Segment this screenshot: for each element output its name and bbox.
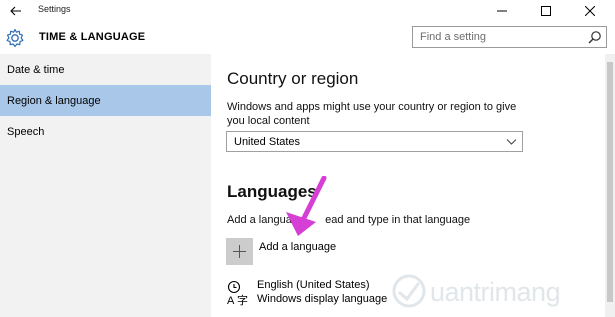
languages-heading: Languages	[227, 182, 317, 201]
sidebar-item-date-time[interactable]: Date & time	[0, 54, 211, 85]
sidebar-item-region-language[interactable]: Region & language	[0, 85, 211, 116]
window-title: Settings	[38, 4, 71, 14]
sidebar-item-label: Speech	[7, 125, 45, 138]
languages-description: Add a language ead and type in that lang…	[227, 214, 470, 226]
page-title: TIME & LANGUAGE	[39, 31, 146, 43]
country-description: Windows and apps might use your country …	[227, 101, 517, 127]
back-arrow-icon	[10, 6, 21, 16]
maximize-icon	[541, 6, 551, 16]
scrollbar[interactable]	[605, 54, 615, 317]
main-content: Country or region Windows and apps might…	[211, 54, 605, 317]
search-icon[interactable]	[588, 30, 602, 44]
country-heading: Country or region	[227, 69, 359, 88]
add-language-button[interactable]: Add a language	[226, 238, 386, 268]
sidebar-item-label: Date & time	[7, 63, 65, 76]
maximize-button[interactable]	[524, 0, 568, 22]
minimize-icon	[497, 10, 507, 12]
languages-description-end: ead and type in that language	[325, 214, 471, 226]
country-select[interactable]: United States	[226, 131, 523, 152]
add-language-label: Add a language	[259, 241, 337, 253]
language-name: English (United States)	[257, 279, 370, 291]
country-select-value: United States	[234, 136, 301, 148]
languages-description-start: Add a language	[227, 214, 305, 226]
plus-tile	[226, 238, 253, 265]
minimize-button[interactable]	[480, 0, 524, 22]
title-bar: Settings	[0, 0, 615, 22]
language-subtitle: Windows display language	[257, 293, 388, 305]
gear-icon	[6, 28, 24, 48]
sidebar-item-speech[interactable]: Speech	[0, 116, 211, 147]
page-header: TIME & LANGUAGE	[0, 22, 615, 54]
search-input[interactable]	[413, 27, 583, 47]
back-button[interactable]	[0, 0, 32, 22]
language-item-english[interactable]: A 字 English (United States) Windows disp…	[226, 278, 486, 310]
language-settings-icon: A 字	[227, 280, 248, 306]
sidebar: Date & time Region & language Speech	[0, 54, 211, 317]
svg-text:A: A	[227, 295, 235, 306]
close-button[interactable]	[568, 0, 612, 22]
scrollbar-thumb[interactable]	[607, 62, 613, 302]
search-box[interactable]	[412, 26, 607, 48]
close-icon	[585, 6, 595, 16]
svg-text:字: 字	[237, 293, 248, 306]
sidebar-item-label: Region & language	[7, 94, 101, 107]
chevron-down-icon	[506, 139, 517, 145]
plus-icon	[233, 245, 246, 258]
